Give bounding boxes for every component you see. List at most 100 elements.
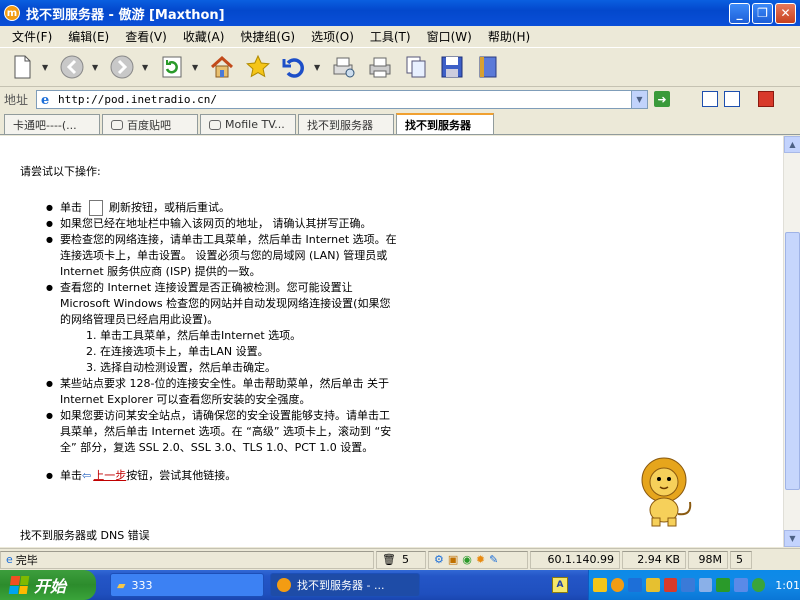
flash-toggle-icon[interactable]: ◉ [462, 553, 472, 566]
vertical-scrollbar[interactable]: ▲ ▼ [783, 136, 800, 547]
list-item: 如果您要访问某安全站点，请确保您的安全设置能够支持。请单击工具菜单，然后单击 I… [46, 408, 400, 456]
maxthon-logo-icon: m [4, 5, 20, 21]
tab-server-not-found[interactable]: 找不到服务器 [298, 114, 394, 134]
tab-baidu-tieba[interactable]: 百度贴吧 [102, 114, 198, 134]
favorites-star-icon[interactable] [242, 51, 274, 83]
memory-cell: 98M [688, 550, 728, 569]
list-item-text: 查看您的 Internet 连接设置是否正确被检测。您可能设置让 Microso… [60, 281, 391, 326]
url-input[interactable] [58, 92, 631, 106]
go-arrow-icon[interactable]: ➜ [654, 91, 670, 107]
network-icon: ⚙ [434, 553, 444, 566]
ie-page-icon: e [41, 93, 49, 106]
tray-shield-icon[interactable] [663, 578, 678, 592]
book-icon[interactable] [472, 51, 504, 83]
window-title: 找不到服务器 - 傲游 [Maxthon] [26, 7, 225, 23]
folder-icon: ▰ [117, 578, 126, 592]
undo-icon[interactable] [278, 51, 310, 83]
tab-page-icon [111, 119, 123, 130]
forward-dropdown-icon[interactable]: ▼ [142, 63, 150, 72]
title-bar[interactable]: m 找不到服务器 - 傲游 [Maxthon] _ ❐ ✕ [0, 0, 800, 26]
sun-icon[interactable]: ✹ [476, 553, 485, 566]
tab-mofile-tv[interactable]: Mofile TV... [200, 114, 296, 134]
copy-page-icon[interactable] [400, 51, 432, 83]
error-footer-text: 找不到服务器或 DNS 错误 [20, 529, 150, 542]
close-page-icon[interactable] [758, 91, 774, 107]
speed-cell: 2.94 KB [622, 550, 686, 569]
step-item: 2. 在连接选项卡上，单击LAN 设置。 [86, 345, 269, 358]
restore-page-icon[interactable] [702, 91, 718, 107]
task-label: 333 [131, 578, 153, 592]
popup-block-cell[interactable]: 🗑 5 [376, 550, 426, 569]
refresh-dropdown-icon[interactable]: ▼ [192, 63, 200, 72]
tab-label: 找不到服务器 [405, 118, 471, 132]
tray-recycle-icon[interactable] [716, 578, 730, 592]
forward-icon[interactable] [106, 51, 138, 83]
maximize-button[interactable]: ❐ [752, 2, 773, 24]
scroll-thumb[interactable] [785, 232, 800, 490]
start-button[interactable]: 开始 [0, 570, 96, 600]
home-icon[interactable] [206, 51, 238, 83]
back-arrow-icon: ⇦ [82, 469, 92, 482]
list-item: 单击 刷新按钮，或稍后重试。 [46, 200, 400, 216]
svg-text:e: e [41, 93, 49, 106]
address-field[interactable]: e ▼ [36, 89, 648, 109]
tray-network-icon[interactable] [628, 578, 642, 592]
menu-edit[interactable]: 编辑(E) [60, 28, 117, 45]
refresh-icon[interactable] [156, 51, 188, 83]
close-button[interactable]: ✕ [775, 2, 796, 24]
menu-options[interactable]: 选项(O) [303, 28, 362, 45]
tab-label: 找不到服务器 [307, 118, 373, 132]
menu-tools[interactable]: 工具(T) [362, 28, 419, 45]
tray-volume-icon[interactable] [698, 578, 713, 592]
menu-window[interactable]: 窗口(W) [419, 28, 480, 45]
save-disk-icon[interactable] [436, 51, 468, 83]
print-icon[interactable] [364, 51, 396, 83]
status-bar: e 完毕 🗑 5 ⚙ ▣ ◉ ✹ ✎ 60.1.140.99 2.94 KB 9… [0, 548, 800, 570]
list-item: 如果您已经在地址栏中输入该网页的地址， 请确认其拼写正确。 [46, 216, 400, 232]
new-page-dropdown-icon[interactable]: ▼ [42, 63, 50, 72]
minimize-button[interactable]: _ [729, 2, 750, 24]
back-link[interactable]: 上一步 [93, 469, 126, 482]
page-lead-text: 请尝试以下操作: [20, 165, 101, 178]
refresh-page-icon [88, 200, 103, 216]
print-preview-icon[interactable] [328, 51, 360, 83]
scroll-up-icon[interactable]: ▲ [784, 136, 800, 153]
undo-dropdown-icon[interactable]: ▼ [314, 63, 322, 72]
menu-help[interactable]: 帮助(H) [480, 28, 538, 45]
tab-label: Mofile TV... [225, 118, 285, 131]
tray-monitor-icon[interactable] [681, 578, 695, 592]
address-dropdown-icon[interactable]: ▼ [631, 90, 647, 108]
menu-view[interactable]: 查看(V) [117, 28, 175, 45]
back-icon[interactable] [56, 51, 88, 83]
tab-cartoon-bar[interactable]: 卡通吧----(... [4, 114, 100, 134]
status-tools-cell[interactable]: ⚙ ▣ ◉ ✹ ✎ [428, 550, 528, 569]
system-tray: 1:01 [588, 570, 800, 600]
back-dropdown-icon[interactable]: ▼ [92, 63, 100, 72]
list-item: 单击⇦上一步按钮，尝试其他链接。 [46, 468, 400, 484]
list-item-text: 刷新按钮，或稍后重试。 [109, 201, 230, 214]
menu-file[interactable]: 文件(F) [4, 28, 60, 45]
list-item: 要检查您的网络连接，请单击工具菜单，然后单击 Internet 选项。在连接选项… [46, 232, 400, 280]
menu-favorites[interactable]: 收藏(A) [175, 28, 233, 45]
task-maxthon[interactable]: 找不到服务器 - ... [270, 573, 420, 597]
clock: 1:01 [775, 578, 800, 592]
task-folder-333[interactable]: ▰ 333 [110, 573, 264, 597]
tray-user-icon[interactable] [593, 578, 607, 592]
start-label: 开始 [34, 577, 67, 596]
trash-icon: 🗑 [382, 553, 396, 566]
scroll-down-icon[interactable]: ▼ [784, 530, 800, 547]
tray-umbrella-icon[interactable] [751, 578, 766, 592]
tray-app-icon[interactable] [734, 578, 748, 592]
menu-groups[interactable]: 快捷组(G) [232, 28, 303, 45]
tab-server-not-found-active[interactable]: 找不到服务器 [396, 113, 494, 134]
list-item: 查看您的 Internet 连接设置是否正确被检测。您可能设置让 Microso… [46, 280, 400, 376]
list-item-text: 单击 [60, 469, 82, 482]
maxthon-task-icon [277, 578, 291, 592]
tray-maxthon-icon[interactable] [610, 578, 625, 592]
language-bar-icon[interactable]: A [552, 577, 568, 593]
tile-page-icon[interactable] [724, 91, 740, 107]
edit-icon[interactable]: ✎ [489, 553, 498, 566]
new-page-icon[interactable] [6, 51, 38, 83]
tray-security-icon[interactable] [645, 578, 660, 592]
image-toggle-icon[interactable]: ▣ [448, 553, 458, 566]
